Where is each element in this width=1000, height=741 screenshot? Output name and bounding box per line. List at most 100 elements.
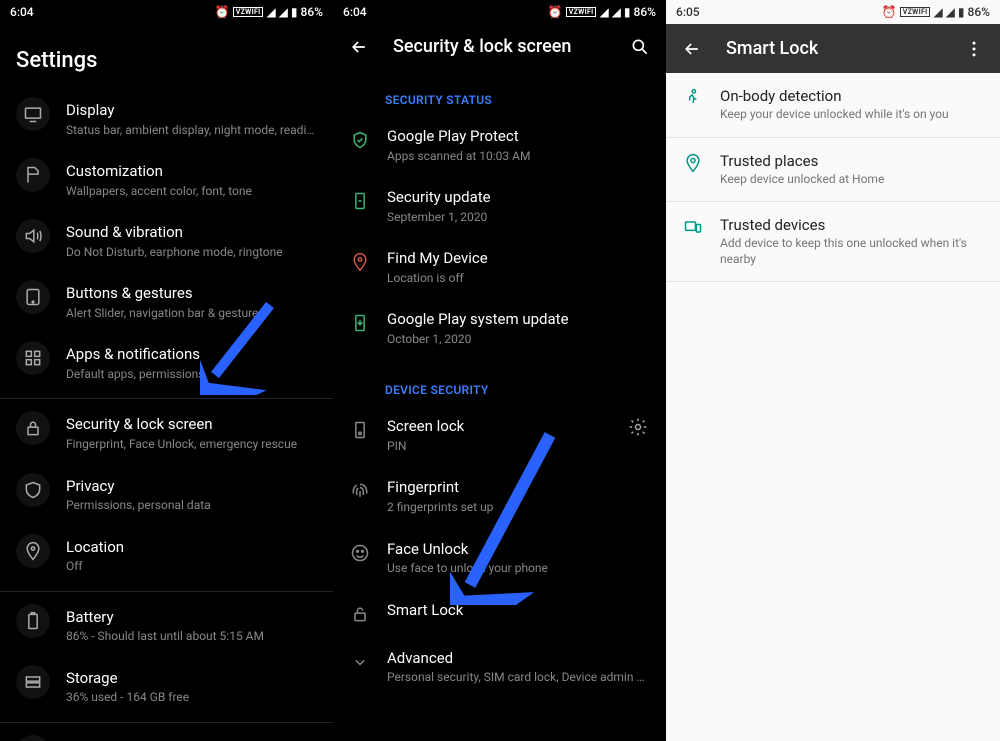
smartlock-item-place[interactable]: Trusted placesKeep device unlocked at Ho… bbox=[666, 138, 1000, 203]
item-title: Location bbox=[66, 538, 317, 558]
back-button[interactable] bbox=[682, 39, 702, 59]
security-item-update-green[interactable]: Security updateSeptember 1, 2020 bbox=[333, 176, 666, 237]
item-title: Sound & vibration bbox=[66, 223, 317, 243]
item-title: On-body detection bbox=[720, 87, 984, 105]
item-text: LocationOff bbox=[66, 538, 317, 575]
location-icon bbox=[16, 534, 50, 568]
item-title: Storage bbox=[66, 669, 317, 689]
signal-icon: ◢ bbox=[946, 5, 955, 19]
item-subtitle: Wallpapers, accent color, font, tone bbox=[66, 184, 317, 200]
signal-icon: ◢ bbox=[279, 5, 288, 19]
apps-icon bbox=[16, 341, 50, 375]
devices-icon bbox=[682, 216, 704, 238]
fingerprint-icon bbox=[349, 480, 371, 502]
item-text: Security updateSeptember 1, 2020 bbox=[387, 188, 650, 225]
settings-item-sound[interactable]: Sound & vibration Do Not Disturb, earphon… bbox=[0, 211, 333, 272]
customization-icon bbox=[16, 158, 50, 192]
item-text: On-body detectionKeep your device unlock… bbox=[720, 87, 984, 123]
divider bbox=[0, 722, 333, 723]
page-title: Settings bbox=[0, 24, 333, 89]
item-title: Privacy bbox=[66, 477, 317, 497]
signal-icon: ◢ bbox=[612, 5, 621, 19]
security-status-list: Google Play Protect Apps scanned at 10:03… bbox=[333, 115, 666, 359]
smartlock-item-walk[interactable]: On-body detectionKeep your device unlock… bbox=[666, 73, 1000, 138]
settings-list[interactable]: DisplayStatus bar, ambient display, nigh… bbox=[0, 89, 333, 741]
gear-button[interactable] bbox=[626, 417, 650, 437]
item-title: Google Play Protect bbox=[387, 127, 650, 147]
item-text: Security & lock screenFingerprint, Face … bbox=[66, 415, 317, 452]
item-subtitle: Off bbox=[66, 559, 317, 575]
item-subtitle: Apps scanned at 10:03 AM bbox=[387, 149, 650, 165]
settings-item-lock[interactable]: Security & lock screenFingerprint, Face … bbox=[0, 403, 333, 464]
item-text: Battery86% - Should last until about 5:1… bbox=[66, 608, 317, 645]
item-title: Display bbox=[66, 101, 317, 121]
battery-icon: ▮ bbox=[958, 5, 965, 19]
status-icons: ⏰ VZWIFI ◢ ◢ ▮ 86% bbox=[548, 5, 656, 19]
item-text: Storage36% used - 164 GB free bbox=[66, 669, 317, 706]
settings-item-apps[interactable]: Apps & notificationsDefault apps, permis… bbox=[0, 333, 333, 394]
status-bar: 6:04 ⏰ VZWIFI ◢ ◢ ▮ 86% bbox=[333, 0, 666, 24]
status-bar: 6:04 ⏰ VZWIFI ◢ ◢ ▮ 86% bbox=[0, 0, 333, 24]
battery-icon: ▮ bbox=[624, 5, 631, 19]
divider bbox=[0, 591, 333, 592]
alarm-icon: ⏰ bbox=[548, 5, 563, 19]
security-item-find-red[interactable]: Find My DeviceLocation is off bbox=[333, 237, 666, 298]
battery-pct: 86% bbox=[634, 5, 656, 19]
security-item-shield-green[interactable]: Google Play Protect Apps scanned at 10:03… bbox=[333, 115, 666, 176]
update-green-icon bbox=[349, 190, 371, 212]
item-title: Google Play system update bbox=[387, 310, 650, 330]
status-time: 6:04 bbox=[343, 5, 367, 19]
settings-item-storage[interactable]: Storage36% used - 164 GB free bbox=[0, 657, 333, 718]
status-time: 6:04 bbox=[10, 5, 34, 19]
item-title: Security update bbox=[387, 188, 650, 208]
item-title: Advanced bbox=[387, 649, 650, 669]
annotation-arrow bbox=[450, 425, 560, 605]
settings-item-privacy[interactable]: PrivacyPermissions, personal data bbox=[0, 465, 333, 526]
item-text: AdvancedPersonal security, SIM card lock… bbox=[387, 649, 650, 686]
gestures-icon bbox=[16, 280, 50, 314]
section-label: DEVICE SECURITY bbox=[333, 359, 666, 405]
item-subtitle: Location is off bbox=[387, 271, 650, 287]
overflow-button[interactable] bbox=[964, 39, 984, 59]
back-button[interactable] bbox=[349, 37, 369, 57]
item-text: Find My DeviceLocation is off bbox=[387, 249, 650, 286]
smartlock-item-devices[interactable]: Trusted devicesAdd device to keep this o… bbox=[666, 202, 1000, 282]
page-title: Smart Lock bbox=[726, 38, 940, 59]
item-subtitle: 86% - Should last until about 5:15 AM bbox=[66, 629, 317, 645]
item-subtitle: 36% used - 164 GB free bbox=[66, 690, 317, 706]
divider bbox=[0, 398, 333, 399]
annotation-arrow bbox=[200, 295, 280, 395]
place-icon bbox=[682, 152, 704, 174]
item-subtitle: October 1, 2020 bbox=[387, 332, 650, 348]
settings-item-cloud[interactable]: Cloud ServiceSync data with cloud bbox=[0, 727, 333, 741]
wifi-icon: ◢ bbox=[599, 5, 608, 19]
alarm-icon: ⏰ bbox=[215, 5, 230, 19]
header: Security & lock screen bbox=[333, 24, 666, 69]
settings-item-location[interactable]: LocationOff bbox=[0, 526, 333, 587]
settings-item-customization[interactable]: Customization Wallpapers, accent color, f… bbox=[0, 150, 333, 211]
item-subtitle: Fingerprint, Face Unlock, emergency resc… bbox=[66, 437, 317, 453]
settings-item-gestures[interactable]: Buttons & gesturesAlert Slider, navigati… bbox=[0, 272, 333, 333]
security-item-system-green[interactable]: Google Play system update October 1, 2020 bbox=[333, 298, 666, 359]
carrier-badge: VZWIFI bbox=[566, 7, 597, 17]
lock-icon bbox=[16, 411, 50, 445]
item-text: Sound & vibration Do Not Disturb, earphon… bbox=[66, 223, 317, 260]
wifi-icon: ◢ bbox=[933, 5, 942, 19]
item-text: Trusted placesKeep device unlocked at Ho… bbox=[720, 152, 984, 188]
search-button[interactable] bbox=[630, 37, 650, 57]
item-text: Customization Wallpapers, accent color, f… bbox=[66, 162, 317, 199]
smartlock-list: On-body detectionKeep your device unlock… bbox=[666, 73, 1000, 282]
security-item-expand[interactable]: AdvancedPersonal security, SIM card lock… bbox=[333, 637, 666, 698]
sound-icon bbox=[16, 219, 50, 253]
settings-item-display[interactable]: DisplayStatus bar, ambient display, nigh… bbox=[0, 89, 333, 150]
battery-pct: 86% bbox=[301, 5, 323, 19]
system-green-icon bbox=[349, 312, 371, 334]
status-bar: 6:05 ⏰ VZWIFI ◢ ◢ ▮ 86% bbox=[666, 0, 1000, 24]
item-subtitle: Do Not Disturb, earphone mode, ringtone bbox=[66, 245, 317, 261]
smartlock-icon bbox=[349, 603, 371, 625]
item-subtitle: Personal security, SIM card lock, Device… bbox=[387, 670, 650, 686]
settings-item-battery[interactable]: Battery86% - Should last until about 5:1… bbox=[0, 596, 333, 657]
item-title: Customization bbox=[66, 162, 317, 182]
item-text: PrivacyPermissions, personal data bbox=[66, 477, 317, 514]
face-icon bbox=[349, 542, 371, 564]
